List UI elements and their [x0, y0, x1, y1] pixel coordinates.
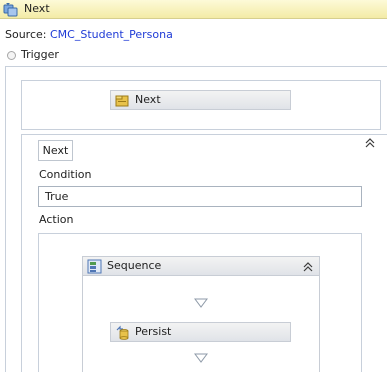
trigger-label: Trigger	[21, 48, 59, 61]
sequence-icon	[87, 259, 102, 274]
collapse-icon[interactable]	[364, 137, 376, 149]
designer-title-bar: Next	[0, 0, 387, 19]
source-row: Source: CMC_Student_Persona	[5, 28, 173, 42]
condition-input[interactable]: True	[38, 186, 362, 207]
action-label: Action	[39, 213, 74, 226]
source-link[interactable]: CMC_Student_Persona	[50, 28, 173, 41]
drop-target-arrow-icon[interactable]	[194, 353, 208, 363]
source-label: Source:	[5, 28, 47, 41]
persist-activity[interactable]: Persist	[110, 322, 291, 342]
persist-icon	[116, 325, 129, 340]
collapse-icon[interactable]	[302, 261, 314, 273]
transition-tab[interactable]: Next	[38, 140, 73, 161]
drop-target-arrow-icon[interactable]	[194, 298, 208, 308]
persist-label: Persist	[135, 325, 172, 338]
state-machine-icon	[3, 3, 18, 17]
trigger-radio[interactable]	[7, 51, 16, 60]
trigger-activity-label: Next	[135, 93, 161, 106]
condition-label: Condition	[39, 168, 92, 181]
sequence-label: Sequence	[107, 259, 162, 272]
workflow-designer: Next Source: CMC_Student_Persona Trigger…	[0, 0, 387, 372]
folder-activity-icon	[115, 95, 129, 107]
designer-title: Next	[24, 2, 50, 15]
sequence-activity[interactable]: Sequence	[82, 256, 320, 276]
trigger-activity[interactable]: Next	[110, 90, 291, 110]
